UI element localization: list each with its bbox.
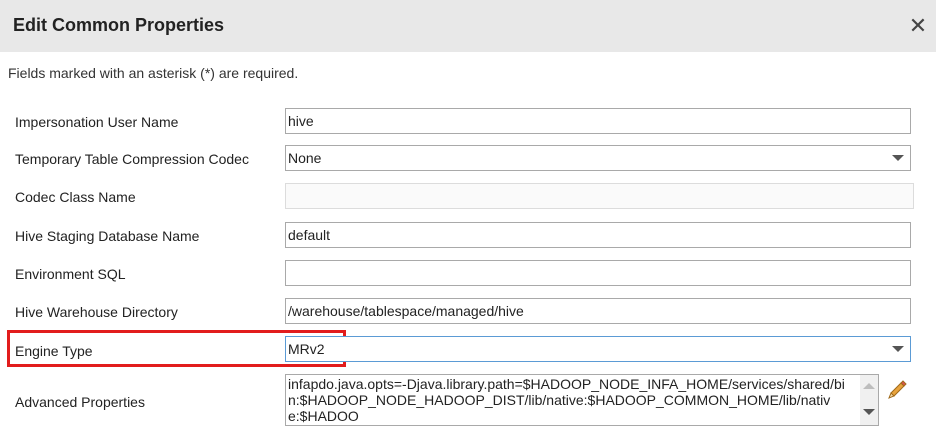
environment-sql-input[interactable]: [285, 260, 911, 286]
advanced-properties-value: infapdo.java.opts=-Djava.library.path=$H…: [288, 376, 845, 424]
codec-class-label: Codec Class Name: [15, 189, 136, 205]
pencil-icon[interactable]: [886, 378, 908, 400]
engine-type-label: Engine Type: [15, 343, 93, 359]
warehouse-dir-label: Hive Warehouse Directory: [15, 304, 178, 320]
engine-type-value: MRv2: [288, 341, 325, 357]
staging-db-label: Hive Staging Database Name: [15, 228, 200, 244]
compression-codec-label: Temporary Table Compression Codec: [15, 151, 249, 167]
scroll-down-icon[interactable]: [863, 409, 875, 415]
engine-type-select[interactable]: MRv2: [285, 336, 911, 362]
chevron-down-icon[interactable]: [892, 346, 904, 352]
warehouse-dir-input[interactable]: /warehouse/tablespace/managed/hive: [285, 298, 911, 324]
impersonation-user-label: Impersonation User Name: [15, 114, 179, 130]
scrollbar[interactable]: [860, 375, 878, 425]
chevron-down-icon[interactable]: [892, 155, 904, 161]
dialog-title: Edit Common Properties: [13, 15, 225, 35]
compression-codec-select[interactable]: None: [285, 145, 911, 171]
staging-db-input[interactable]: default: [285, 222, 911, 248]
dialog-header: Edit Common Properties ✕: [0, 0, 936, 52]
impersonation-user-input[interactable]: hive: [285, 108, 911, 134]
close-icon[interactable]: ✕: [906, 14, 930, 38]
compression-codec-value: None: [288, 150, 322, 166]
advanced-properties-textarea[interactable]: infapdo.java.opts=-Djava.library.path=$H…: [285, 374, 879, 426]
codec-class-input[interactable]: [285, 183, 914, 209]
environment-sql-label: Environment SQL: [15, 266, 126, 282]
scroll-up-icon[interactable]: [863, 383, 875, 389]
required-hint: Fields marked with an asterisk (*) are r…: [8, 65, 299, 81]
advanced-properties-label: Advanced Properties: [15, 394, 145, 410]
